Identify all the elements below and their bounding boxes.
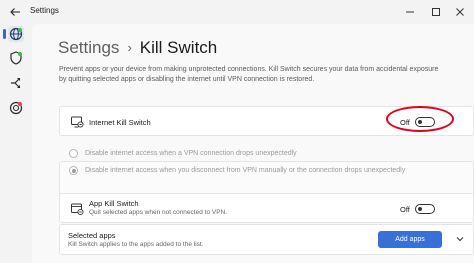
app-kill-switch-sublabel: Quit selected apps when not connected to… [89, 209, 228, 216]
app-kill-switch-state: Off [400, 205, 410, 214]
app-kill-switch-toggle[interactable] [415, 204, 435, 214]
page-title: Kill Switch [139, 38, 218, 57]
add-apps-button[interactable]: Add apps [378, 231, 442, 248]
highlight-ellipse [386, 106, 454, 132]
breadcrumb: Settings › Kill Switch [58, 38, 217, 58]
chevron-down-icon[interactable] [455, 234, 465, 244]
target-icon [9, 101, 23, 115]
title-bar: Settings [0, 0, 474, 24]
sidebar-item-vpn[interactable] [3, 26, 24, 42]
shield-icon [10, 51, 22, 65]
option-label: Disable internet access when a VPN conne… [85, 150, 297, 157]
radio-button-checked[interactable] [69, 166, 78, 175]
app-kill-switch-card: App Kill Switch Quit selected apps when … [59, 193, 474, 223]
breadcrumb-separator: › [127, 40, 132, 55]
back-arrow-icon[interactable] [8, 5, 22, 19]
app-window-lock-icon [71, 203, 84, 216]
sidebar-item-meshnet[interactable] [8, 100, 24, 116]
internet-kill-switch-label: Internet Kill Switch [89, 118, 151, 127]
toggle-knob [418, 207, 422, 211]
minimize-icon[interactable] [402, 4, 418, 20]
option-label: Disable internet access when you disconn… [85, 167, 406, 174]
sidebar-item-threat-protection[interactable] [8, 50, 24, 66]
app-kill-switch-label: App Kill Switch [89, 199, 139, 208]
selected-apps-label: Selected apps [68, 231, 116, 240]
monitor-lock-icon [71, 116, 84, 128]
page-description: Prevent apps or your device from making … [59, 66, 439, 83]
maximize-icon[interactable] [428, 4, 444, 20]
globe-icon [9, 27, 23, 41]
main-content: Settings › Kill Switch Prevent apps or you… [32, 24, 474, 263]
sidebar [0, 24, 32, 263]
split-arrows-icon [11, 77, 21, 89]
breadcrumb-settings-link[interactable]: Settings [58, 38, 119, 57]
close-icon[interactable] [452, 4, 468, 20]
selected-apps-sublabel: Kill Switch applies to the apps added to… [68, 241, 204, 248]
radio-button[interactable] [69, 149, 78, 158]
sidebar-item-split-tunneling[interactable] [8, 75, 24, 91]
app-title: Settings [30, 6, 59, 15]
selected-apps-card: Selected apps Kill Switch applies to the… [59, 224, 474, 255]
